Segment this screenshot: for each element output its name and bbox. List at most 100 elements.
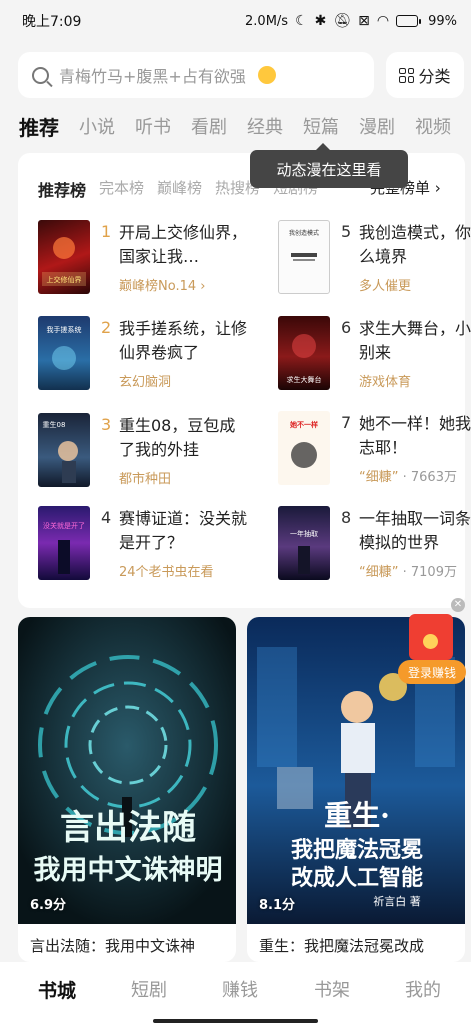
svg-text:我手搓系统: 我手搓系统	[47, 325, 82, 334]
status-bar: 晚上7:09 2.0M/s ☾ ✱ 🔕︎ ⊠ ◠ 99%	[0, 0, 471, 42]
svg-text:重生·: 重生·	[324, 799, 390, 832]
ranking-tab-recommend[interactable]: 推荐榜	[38, 177, 86, 201]
search-bar[interactable]: 青梅竹马+腹黑+占有欲强	[18, 52, 374, 98]
comic-drama-tooltip: 动态漫在这里看	[250, 143, 408, 188]
ranking-book-3[interactable]: 重生08 3 重生08，豆包成了我的外挂 都市种田	[38, 413, 248, 493]
promo-close-icon[interactable]: ✕	[451, 598, 465, 612]
book-cover-7: 她不一样	[278, 411, 330, 485]
book-cover-3: 重生08	[38, 413, 90, 487]
book-title-3: 重生08，豆包成了我的外挂	[119, 416, 236, 459]
search-icon	[32, 66, 49, 84]
wifi-icon: ◠	[376, 13, 390, 29]
book-cover-4: 没关就是开了	[38, 506, 90, 580]
tab-comic-drama[interactable]: 漫剧	[359, 113, 395, 139]
book-sub-8: “细糠” · 7109万	[359, 565, 457, 580]
feed-cover-1: 言出法随 我用中文诛神明 6.9分	[18, 617, 236, 924]
book-cover-5: 我创造模式	[278, 220, 330, 294]
grid-icon	[399, 67, 415, 83]
nav-mine[interactable]: 我的	[405, 976, 441, 1002]
book-sub-1: 巅峰榜No.14 ›	[119, 279, 206, 294]
category-button[interactable]: 分类	[386, 52, 464, 98]
svg-text:没关就是开了: 没关就是开了	[43, 521, 85, 530]
search-placeholder: 青梅竹马+腹黑+占有欲强	[59, 67, 246, 86]
svg-text:改成人工智能: 改成人工智能	[291, 865, 423, 891]
feed-title-1: 言出法随：我用中文诛神	[30, 937, 196, 955]
svg-text:一年抽取: 一年抽取	[290, 529, 318, 538]
ranking-book-5[interactable]: 我创造模式 5 我创造模式，你什么境界 多人催更	[278, 220, 471, 300]
book-sub-3: 都市种田	[119, 472, 172, 487]
nav-earn[interactable]: 赚钱	[222, 976, 258, 1002]
book-rank-3: 3	[101, 415, 112, 434]
ranking-book-4[interactable]: 没关就是开了 4 赛博证道：没关就是开了？ 24个老书虫在看	[38, 506, 248, 586]
tab-novel[interactable]: 小说	[79, 113, 115, 139]
book-title-1: 开局上交修仙界，国家让我…	[119, 223, 247, 266]
book-title-6: 求生大舞台，小你别来	[359, 319, 471, 362]
svg-text:上交修仙界: 上交修仙界	[47, 275, 82, 284]
tab-short[interactable]: 短篇	[303, 113, 339, 139]
category-tabs: 推荐 小说 听书 看剧 经典 短篇 漫剧 视频	[19, 108, 471, 144]
mute-bell-icon: 🔕︎	[333, 13, 352, 29]
login-earn-button[interactable]: 登录赚钱	[398, 660, 466, 684]
svg-text:我用中文诛神明: 我用中文诛神明	[34, 854, 223, 886]
bluetooth-icon: ✱	[314, 13, 327, 29]
book-cover-8: 一年抽取	[278, 506, 330, 580]
book-title-5: 我创造模式，你什么境界	[359, 223, 471, 266]
book-title-4: 赛博证道：没关就是开了？	[119, 509, 247, 552]
svg-text:祈言白 著: 祈言白 著	[373, 894, 421, 908]
ranking-book-8[interactable]: 一年抽取 8 一年抽取一词条，模拟的世界 “细糠” · 7109万	[278, 506, 471, 586]
book-sub-7: “细糠” · 7663万	[359, 470, 457, 485]
network-speed: 2.0M/s	[245, 13, 289, 29]
svg-text:我创造模式: 我创造模式	[289, 229, 319, 237]
ranking-book-2[interactable]: 我手搓系统 2 我手搓系统，让修仙界卷疯了 玄幻脑洞	[38, 316, 248, 396]
battery-icon	[396, 15, 422, 27]
ranking-card: 推荐榜 完本榜 巅峰榜 热搜榜 短剧榜 完整榜单 › 上交修仙界 1 开局上交修…	[18, 153, 471, 608]
tab-classic[interactable]: 经典	[247, 113, 283, 139]
book-rank-7: 7	[341, 413, 352, 432]
moon-icon: ☾	[295, 13, 308, 29]
book-title-8: 一年抽取一词条，模拟的世界	[359, 509, 471, 552]
book-sub-2: 玄幻脑洞	[119, 375, 172, 390]
feed-score-1: 6.9分	[30, 898, 67, 913]
status-icons: 2.0M/s ☾ ✱ 🔕︎ ⊠ ◠ 99%	[245, 13, 457, 29]
ranking-book-6[interactable]: 求生大舞台 6 求生大舞台，小你别来 游戏体育	[278, 316, 471, 396]
book-rank-8: 8	[341, 508, 352, 527]
book-title-7: 她不一样！她我同志耶！	[359, 414, 471, 457]
nav-bookstore[interactable]: 书城	[38, 976, 76, 1003]
ranking-book-7[interactable]: 她不一样 7 她不一样！她我同志耶！ “细糠” · 7663万	[278, 411, 471, 491]
tab-drama[interactable]: 看剧	[191, 113, 227, 139]
svg-text:重生08: 重生08	[43, 420, 66, 429]
nav-short-drama[interactable]: 短剧	[131, 976, 167, 1002]
heart-eyes-emoji-icon	[257, 66, 276, 84]
category-button-label: 分类	[418, 67, 451, 86]
bottom-nav: 书城 短剧 赚钱 书架 我的	[0, 962, 471, 1026]
nav-bookshelf[interactable]: 书架	[314, 976, 350, 1002]
svg-text:我把魔法冠冕: 我把魔法冠冕	[291, 837, 423, 863]
book-sub-5: 多人催更	[359, 279, 412, 294]
book-rank-6: 6	[341, 318, 352, 337]
ranking-book-1[interactable]: 上交修仙界 1 开局上交修仙界，国家让我… 巅峰榜No.14 ›	[38, 220, 248, 300]
book-cover-2: 我手搓系统	[38, 316, 90, 390]
feed-card-1[interactable]: 言出法随 我用中文诛神明 6.9分 言出法随：我用中文诛神	[18, 617, 236, 962]
ranking-tab-complete[interactable]: 完本榜	[99, 177, 144, 201]
book-rank-4: 4	[101, 508, 112, 527]
book-title-2: 我手搓系统，让修仙界卷疯了	[119, 319, 247, 362]
tab-audiobook[interactable]: 听书	[135, 113, 171, 139]
svg-text:言出法随: 言出法随	[60, 808, 196, 848]
home-indicator	[153, 1019, 318, 1023]
book-rank-2: 2	[101, 318, 112, 337]
book-cover-1: 上交修仙界	[38, 220, 90, 294]
book-sub-6: 游戏体育	[359, 375, 412, 390]
book-cover-6: 求生大舞台	[278, 316, 330, 390]
tab-recommend[interactable]: 推荐	[19, 112, 59, 141]
book-rank-1: 1	[101, 222, 112, 241]
ranking-tab-peak[interactable]: 巅峰榜	[157, 177, 202, 201]
book-rank-5: 5	[341, 222, 352, 241]
book-sub-4: 24个老书虫在看	[119, 565, 214, 580]
feed-score-2: 8.1分	[259, 898, 296, 913]
red-packet-icon[interactable]	[409, 614, 453, 660]
battery-percent: 99%	[428, 13, 457, 29]
svg-text:求生大舞台: 求生大舞台	[287, 375, 322, 384]
svg-text:她不一样: 她不一样	[290, 420, 318, 429]
tab-video[interactable]: 视频	[415, 113, 451, 139]
sim-off-icon: ⊠	[358, 13, 370, 29]
